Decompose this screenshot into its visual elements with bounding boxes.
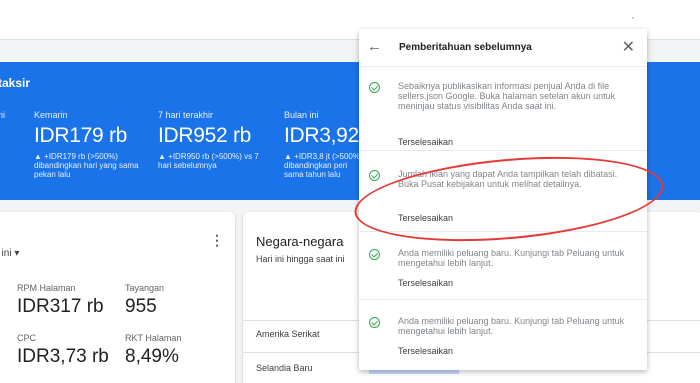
adsense-home-page: taksir ini Kemarin IDR179 rb ▲ +IDR179 r… (0, 0, 700, 383)
notification-item: Sebaiknya publikasikan informasi penjual… (359, 67, 647, 151)
metric-label: Tayangan (125, 283, 165, 293)
panel-title: Pemberitahuan sebelumnya (399, 42, 532, 53)
metric-label: CPC (17, 333, 37, 343)
previous-notifications-panel: ← Pemberitahuan sebelumnya ✕ Sebaiknya p… (359, 29, 647, 370)
resolved-link[interactable]: Terselesaikan (398, 278, 453, 288)
metric-value: 955 (125, 296, 157, 317)
topbar-dot (632, 17, 634, 19)
earnings-yesterday: Kemarin IDR179 rb ▲ +IDR179 rb (>500%) d… (34, 110, 146, 179)
metrics-card: ⋮ t ini ▾ RPM Halaman IDR317 rb Tayangan… (0, 212, 235, 383)
notification-item: Anda memiliki peluang baru. Kunjungi tab… (359, 300, 647, 370)
resolved-link[interactable]: Terselesaikan (398, 137, 453, 147)
countries-title: Negara-negara (256, 234, 344, 249)
earnings-value: IDR179 rb (34, 124, 128, 147)
earnings-value: IDR3,92 (284, 124, 359, 147)
today-label: ini (0, 110, 6, 120)
metric-page-rpm: RPM Halaman IDR317 rb (17, 283, 104, 318)
metric-page-ctr: RKT Halaman 8,49% (125, 333, 181, 368)
earnings-change: ▲ +IDR950 rb (>500%) vs 7 hari sebelumny… (158, 152, 259, 170)
back-arrow-icon[interactable]: ← (367, 38, 382, 55)
notification-item: Anda memiliki peluang baru. Kunjungi tab… (359, 232, 647, 300)
check-circle-icon (369, 317, 380, 328)
resolved-link[interactable]: Terselesaikan (398, 346, 453, 356)
check-circle-icon (369, 170, 380, 181)
panel-header: ← Pemberitahuan sebelumnya ✕ (359, 29, 647, 67)
countries-date-range[interactable]: Hari ini hingga saat ini (256, 254, 345, 264)
metric-value: 8,49% (125, 346, 179, 367)
table-row: Selandia Baru (256, 363, 313, 373)
metric-value: IDR3,73 rb (17, 346, 109, 367)
earnings-label: 7 hari terakhir (158, 110, 214, 120)
close-icon[interactable]: ✕ (622, 37, 635, 57)
metric-value: IDR317 rb (17, 296, 104, 317)
metric-cpc: CPC IDR3,73 rb (17, 333, 109, 368)
metric-label: RKT Halaman (125, 333, 182, 343)
table-row: Amerika Serikat (256, 329, 320, 339)
date-range-select[interactable]: t ini ▾ (0, 248, 19, 259)
more-vert-icon[interactable]: ⋮ (210, 232, 224, 249)
resolved-link[interactable]: Terselesaikan (398, 213, 453, 223)
earnings-value: IDR952 rb (158, 124, 252, 147)
check-circle-icon (369, 82, 380, 93)
earnings-change: ▲ +IDR3,8 jt (>500% dibandingkan peri sa… (284, 152, 360, 179)
notification-text: Jumlah iklan yang dapat Anda tampilkan t… (398, 169, 618, 189)
notification-text: Anda memiliki peluang baru. Kunjungi tab… (398, 248, 625, 268)
metric-impressions: Tayangan 955 (125, 283, 164, 318)
earnings-label: Bulan ini (284, 110, 319, 120)
notification-text: Anda memiliki peluang baru. Kunjungi tab… (398, 316, 625, 336)
metric-label: RPM Halaman (17, 283, 76, 293)
earnings-this-month: Bulan ini IDR3,92 ▲ +IDR3,8 jt (>500% di… (284, 110, 362, 179)
earnings-change: ▲ +IDR179 rb (>500%) dibandingkan hari y… (34, 152, 139, 179)
earnings-label: Kemarin (34, 110, 68, 120)
notification-item: Jumlah iklan yang dapat Anda tampilkan t… (359, 151, 647, 232)
earnings-7-days: 7 hari terakhir IDR952 rb ▲ +IDR950 rb (… (158, 110, 270, 170)
check-circle-icon (369, 249, 380, 260)
earnings-title: taksir (0, 76, 31, 90)
notification-text: Sebaiknya publikasikan informasi penjual… (398, 81, 616, 111)
